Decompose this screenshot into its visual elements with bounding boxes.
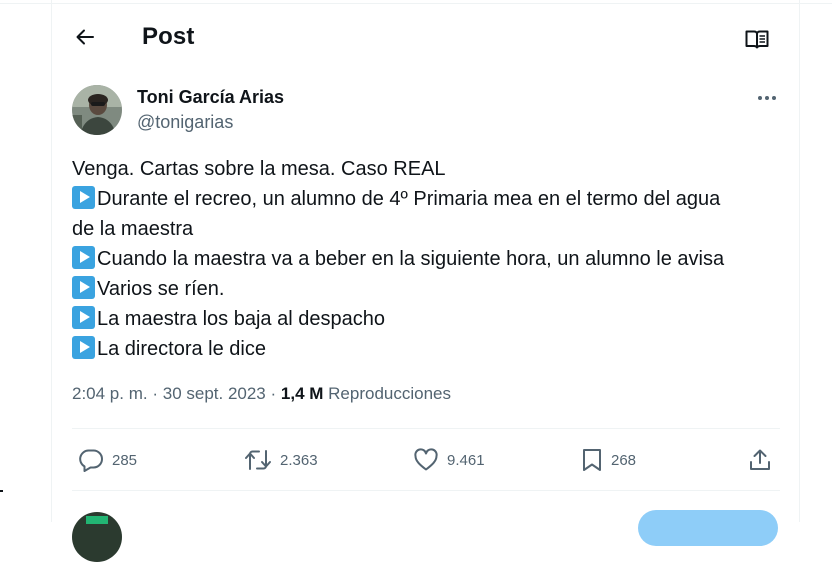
separator: · <box>270 384 281 403</box>
tweet-line: de la maestra <box>72 218 194 240</box>
play-button-emoji-icon <box>72 336 95 359</box>
tweet-text: Venga. Cartas sobre la mesa. Caso REAL D… <box>72 154 792 364</box>
metadata-divider <box>72 428 780 429</box>
bookmark-icon <box>583 449 601 471</box>
repost-icon <box>245 450 271 470</box>
tweet-line: Cuando la maestra va a beber en la sigui… <box>72 244 792 274</box>
sidebar-fragment <box>0 490 3 492</box>
tweet-line: Varios se ríen. <box>72 274 792 304</box>
open-book-icon <box>745 30 769 49</box>
play-button-emoji-icon <box>72 276 95 299</box>
views-count[interactable]: 1,4 M <box>281 384 324 403</box>
tweet-line: La directora le dice <box>72 334 792 364</box>
heart-icon <box>414 448 438 471</box>
play-button-emoji-icon <box>72 186 95 209</box>
reader-mode-button[interactable] <box>742 24 772 54</box>
author-handle[interactable]: @tonigarias <box>137 112 233 133</box>
reply-icon <box>79 449 103 472</box>
post-header: Post <box>52 4 799 70</box>
reply-count: 285 <box>112 451 138 469</box>
actions-divider <box>72 490 780 491</box>
share-action[interactable] <box>748 440 772 480</box>
reply-composer-avatar <box>72 512 122 562</box>
author-avatar[interactable] <box>72 85 122 135</box>
like-action[interactable]: 9.461 <box>413 440 485 480</box>
views-label[interactable]: Reproducciones <box>328 384 451 403</box>
more-options-button[interactable] <box>752 86 782 110</box>
repost-action[interactable]: 2.363 <box>244 440 318 480</box>
tweet-line: Venga. Cartas sobre la mesa. Caso REAL <box>72 158 446 180</box>
tweet-line: Durante el recreo, un alumno de 4º Prima… <box>72 184 792 214</box>
author-name[interactable]: Toni García Arias <box>137 87 284 108</box>
tweet-line: La maestra los baja al despacho <box>72 304 792 334</box>
column-right-border <box>799 0 800 522</box>
repost-count: 2.363 <box>280 451 318 469</box>
arrow-left-icon <box>76 29 94 45</box>
reply-action[interactable]: 285 <box>78 440 137 480</box>
more-dots-icon <box>758 96 776 100</box>
bookmark-action[interactable]: 268 <box>581 440 636 480</box>
tweet-time[interactable]: 2:04 p. m. <box>72 384 148 403</box>
page-title: Post <box>142 23 195 50</box>
tweet-metadata: 2:04 p. m. · 30 sept. 2023 · 1,4 M Repro… <box>72 384 451 404</box>
reply-submit-button[interactable] <box>638 510 778 546</box>
bookmark-count: 268 <box>611 451 637 469</box>
column-left-border <box>51 0 52 522</box>
separator: · <box>152 384 163 403</box>
share-icon <box>750 449 770 470</box>
back-button[interactable] <box>70 22 100 52</box>
like-count: 9.461 <box>447 451 485 469</box>
tweet-actions: 285 2.363 9.461 268 <box>72 440 780 480</box>
play-button-emoji-icon <box>72 306 95 329</box>
play-button-emoji-icon <box>72 246 95 269</box>
tweet-date[interactable]: 30 sept. 2023 <box>163 384 266 403</box>
